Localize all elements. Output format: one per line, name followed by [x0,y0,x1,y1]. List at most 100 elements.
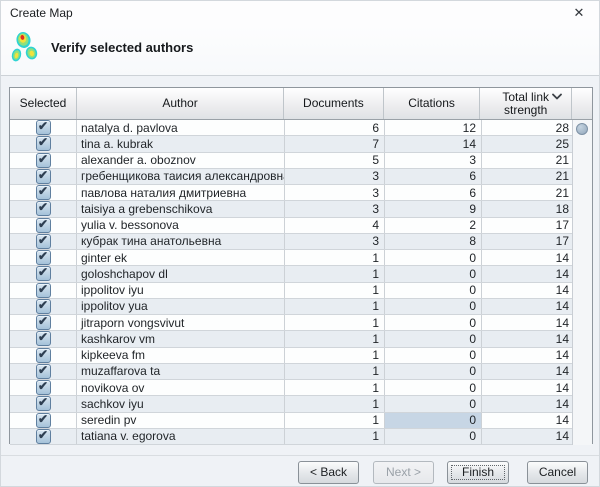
table-row[interactable]: ✔ippolitov yua1014 [10,299,592,315]
total-link-strength-cell[interactable]: 14 [482,348,574,363]
table-row[interactable]: ✔sachkov iyu1014 [10,396,592,412]
citations-cell[interactable]: 0 [385,250,482,265]
author-cell[interactable]: yulia v. bessonova [77,218,285,233]
total-link-strength-cell[interactable]: 14 [482,396,574,411]
table-row[interactable]: ✔ippolitov iyu1014 [10,283,592,299]
citations-cell[interactable]: 0 [385,331,482,346]
documents-cell[interactable]: 1 [285,380,385,395]
documents-cell[interactable]: 1 [285,331,385,346]
total-link-strength-cell[interactable]: 14 [482,283,574,298]
documents-cell[interactable]: 1 [285,429,385,444]
author-cell[interactable]: muzaffarova ta [77,364,285,379]
total-link-strength-cell[interactable]: 14 [482,250,574,265]
citations-cell[interactable]: 9 [385,201,482,216]
total-link-strength-cell[interactable]: 14 [482,413,574,428]
documents-cell[interactable]: 1 [285,315,385,330]
citations-cell[interactable]: 0 [385,315,482,330]
row-checkbox[interactable]: ✔ [36,413,51,428]
row-checkbox[interactable]: ✔ [36,283,51,298]
row-checkbox[interactable]: ✔ [36,153,51,168]
citations-cell[interactable]: 12 [385,120,482,135]
total-link-strength-cell[interactable]: 25 [482,136,574,151]
row-checkbox[interactable]: ✔ [36,299,51,314]
citations-cell[interactable]: 8 [385,234,482,249]
table-row[interactable]: ✔гребенщикова таисия александровна3621 [10,169,592,185]
citations-cell[interactable]: 0 [385,396,482,411]
row-checkbox[interactable]: ✔ [36,234,51,249]
row-checkbox[interactable]: ✔ [36,348,51,363]
documents-cell[interactable]: 1 [285,396,385,411]
table-row[interactable]: ✔seredin pv1014 [10,413,592,429]
total-link-strength-cell[interactable]: 21 [482,185,574,200]
row-checkbox[interactable]: ✔ [36,380,51,395]
table-row[interactable]: ✔yulia v. bessonova4217 [10,218,592,234]
citations-cell[interactable]: 0 [385,283,482,298]
row-checkbox[interactable]: ✔ [36,185,51,200]
documents-cell[interactable]: 1 [285,348,385,363]
citations-cell[interactable]: 0 [385,299,482,314]
author-cell[interactable]: jitraporn vongsvivut [77,315,285,330]
citations-cell[interactable]: 0 [385,364,482,379]
total-link-strength-cell[interactable]: 17 [482,218,574,233]
documents-cell[interactable]: 1 [285,266,385,281]
table-row[interactable]: ✔kipkeeva fm1014 [10,348,592,364]
table-row[interactable]: ✔novikova ov1014 [10,380,592,396]
row-checkbox[interactable]: ✔ [36,120,51,135]
author-cell[interactable]: novikova ov [77,380,285,395]
author-cell[interactable]: tatiana v. egorova [77,429,285,444]
back-button[interactable]: < Back [298,461,359,484]
table-row[interactable]: ✔taisiya a grebenschikova3918 [10,201,592,217]
column-header-author[interactable]: Author [77,88,284,119]
row-checkbox[interactable]: ✔ [36,169,51,184]
table-row[interactable]: ✔ tatiana v. egorova1014 [10,429,592,445]
author-cell[interactable]: natalya d. pavlova [77,120,285,135]
table-row[interactable]: ✔ tina a. kubrak71425 [10,136,592,152]
total-link-strength-cell[interactable]: 14 [482,315,574,330]
column-header-total-link-strength[interactable]: Total link strength [480,88,572,119]
finish-button[interactable]: Finish [447,461,509,484]
close-icon[interactable]: ✕ [569,4,589,22]
row-checkbox[interactable]: ✔ [36,136,51,151]
author-cell[interactable]: кубрак тина анатольевна [77,234,285,249]
author-cell[interactable]: ginter ek [77,250,285,265]
documents-cell[interactable]: 3 [285,169,385,184]
author-cell[interactable]: tina a. kubrak [77,136,285,151]
total-link-strength-cell[interactable]: 14 [482,429,574,444]
table-row[interactable]: ✔goloshchapov dl1014 [10,266,592,282]
author-cell[interactable]: ippolitov iyu [77,283,285,298]
table-row[interactable]: ✔natalya d. pavlova61228 [10,120,592,136]
citations-cell[interactable]: 3 [385,153,482,168]
total-link-strength-cell[interactable]: 21 [482,169,574,184]
citations-cell[interactable]: 0 [385,413,482,428]
author-cell[interactable]: павлова наталия дмитриевна [77,185,285,200]
documents-cell[interactable]: 1 [285,413,385,428]
table-row[interactable]: ✔ginter ek1014 [10,250,592,266]
row-checkbox[interactable]: ✔ [36,315,51,330]
citations-cell[interactable]: 0 [385,380,482,395]
citations-cell[interactable]: 0 [385,429,482,444]
table-row[interactable]: ✔кубрак тина анатольевна3817 [10,234,592,250]
documents-cell[interactable]: 5 [285,153,385,168]
row-checkbox[interactable]: ✔ [36,429,51,444]
column-header-selected[interactable]: Selected [10,88,77,119]
total-link-strength-cell[interactable]: 14 [482,299,574,314]
row-checkbox[interactable]: ✔ [36,266,51,281]
documents-cell[interactable]: 1 [285,250,385,265]
scrollbar-thumb[interactable] [576,123,588,135]
table-row[interactable]: ✔kashkarov vm1014 [10,331,592,347]
table-scrollbar[interactable] [572,120,592,445]
documents-cell[interactable]: 7 [285,136,385,151]
total-link-strength-cell[interactable]: 18 [482,201,574,216]
row-checkbox[interactable]: ✔ [36,331,51,346]
total-link-strength-cell[interactable]: 21 [482,153,574,168]
author-cell[interactable]: kipkeeva fm [77,348,285,363]
table-row[interactable]: ✔muzaffarova ta1014 [10,364,592,380]
documents-cell[interactable]: 4 [285,218,385,233]
author-cell[interactable]: kashkarov vm [77,331,285,346]
total-link-strength-cell[interactable]: 14 [482,266,574,281]
total-link-strength-cell[interactable]: 17 [482,234,574,249]
citations-cell[interactable]: 14 [385,136,482,151]
documents-cell[interactable]: 1 [285,364,385,379]
row-checkbox[interactable]: ✔ [36,364,51,379]
row-checkbox[interactable]: ✔ [36,201,51,216]
